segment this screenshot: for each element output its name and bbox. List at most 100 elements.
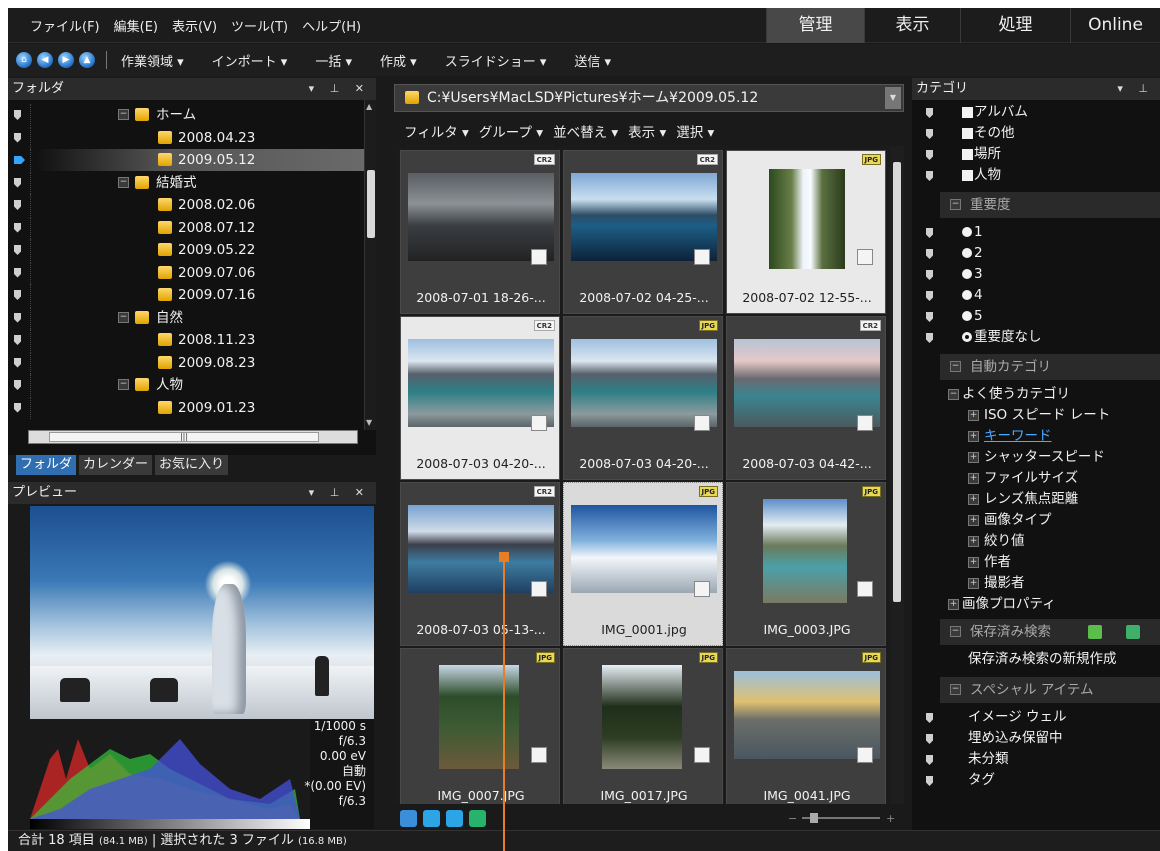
select-checkbox[interactable] (531, 249, 547, 265)
tree-row[interactable]: − ホーム (8, 104, 364, 126)
expand-icon[interactable]: + (968, 536, 979, 547)
category-item[interactable]: + 絞り値 (912, 531, 1160, 552)
thumbnail-image[interactable] (734, 339, 880, 427)
toolbar-batch[interactable]: 一括 ▾ (315, 51, 352, 70)
category-item[interactable]: 未分類 (912, 749, 1160, 770)
thumbnail-cell[interactable]: CR2 2008-07-02 04-25-... (563, 150, 723, 314)
rotate-right-icon[interactable] (446, 809, 463, 827)
back-icon[interactable]: ◀ (37, 52, 53, 68)
category-item[interactable]: 場所 (912, 144, 1160, 165)
collapse-icon[interactable]: − (950, 684, 961, 695)
category-item[interactable]: + 撮影者 (912, 573, 1160, 594)
expand-icon[interactable]: + (968, 410, 979, 421)
tree-row[interactable]: 2009.07.06 (8, 261, 364, 284)
expand-icon[interactable]: + (948, 599, 959, 610)
importance-radio[interactable] (962, 269, 972, 279)
category-item[interactable]: + レンズ焦点距離 (912, 489, 1160, 510)
select-checkbox[interactable] (694, 581, 710, 597)
menu-tools[interactable]: ツール(T) (231, 16, 288, 35)
thumbnail-cell[interactable]: CR2 2008-07-01 18-26-... (400, 150, 560, 314)
expand-icon[interactable]: + (968, 578, 979, 589)
compare-icon[interactable] (469, 809, 486, 827)
importance-radio[interactable] (962, 311, 972, 321)
thumbnail-image[interactable] (408, 505, 554, 593)
select-checkbox[interactable] (857, 249, 873, 265)
category-checkbox[interactable] (962, 149, 973, 160)
category-checkbox[interactable] (962, 128, 973, 139)
collapse-icon[interactable]: − (118, 176, 129, 188)
category-item[interactable]: その他 (912, 123, 1160, 144)
mode-view[interactable]: 表示 (864, 8, 960, 43)
tree-row[interactable]: 2008.11.23 (8, 329, 364, 351)
tab-calendar[interactable]: カレンダー (79, 455, 153, 475)
saved-search-icon[interactable] (1088, 625, 1102, 639)
thumbnail-cell[interactable]: CR2 2008-07-03 05-13-... (400, 482, 560, 646)
sort-menu[interactable]: 並べ替え ▾ (553, 121, 618, 141)
special-items-section[interactable]: − スペシャル アイテム (940, 677, 1160, 703)
category-item[interactable]: 1 (912, 222, 1160, 243)
menu-view[interactable]: 表示(V) (172, 16, 217, 35)
select-checkbox[interactable] (694, 415, 710, 431)
select-checkbox[interactable] (857, 415, 873, 431)
tree-row[interactable]: 2009.05.22 (8, 239, 364, 261)
group-menu[interactable]: グループ ▾ (479, 121, 543, 141)
category-item[interactable]: + シャッタースピード (912, 447, 1160, 468)
importance-radio[interactable] (962, 290, 972, 300)
category-checkbox[interactable] (962, 170, 973, 181)
tree-row[interactable]: 2009.07.16 (8, 284, 364, 306)
category-item[interactable]: + ISO スピード レート (912, 405, 1160, 426)
home-icon[interactable]: ⌂ (16, 52, 32, 68)
tab-favorites[interactable]: お気に入り (155, 455, 229, 475)
collapse-icon[interactable]: − (950, 361, 961, 372)
category-item[interactable]: アルバム (912, 102, 1160, 123)
category-item[interactable]: 重要度なし (912, 327, 1160, 348)
tree-row[interactable]: 2008.07.12 (8, 216, 364, 239)
thumbnail-image[interactable] (439, 665, 519, 769)
category-checkbox[interactable] (962, 107, 973, 118)
category-item[interactable]: 保存済み検索の新規作成 (912, 649, 1160, 670)
panel-controls[interactable]: ▾ ⊥ (1117, 78, 1154, 100)
thumbnail-image[interactable] (763, 499, 847, 603)
thumbnail-cell[interactable]: JPG IMG_0017.JPG (563, 648, 723, 804)
expand-icon[interactable]: + (968, 557, 979, 568)
collapse-icon[interactable]: − (950, 626, 961, 637)
select-checkbox[interactable] (857, 747, 873, 763)
category-item[interactable]: + 作者 (912, 552, 1160, 573)
category-item[interactable]: 埋め込み保留中 (912, 728, 1160, 749)
select-menu[interactable]: 選択 ▾ (676, 121, 714, 141)
tab-folder[interactable]: フォルダ (16, 455, 77, 475)
tree-row[interactable]: 2008.02.06 (8, 194, 364, 216)
mode-process[interactable]: 処理 (960, 8, 1070, 43)
menu-edit[interactable]: 編集(E) (114, 16, 158, 35)
collapse-icon[interactable]: − (118, 109, 129, 120)
toolbar-slideshow[interactable]: スライドショー ▾ (445, 51, 547, 70)
select-checkbox[interactable] (531, 747, 547, 763)
tree-row[interactable]: 2009.05.12 (8, 149, 364, 171)
collapse-icon[interactable]: − (118, 379, 129, 390)
category-item[interactable]: 3 (912, 264, 1160, 285)
tree-row[interactable]: − 結婚式 (8, 171, 364, 194)
select-checkbox[interactable] (694, 249, 710, 265)
mode-online[interactable]: Online (1070, 8, 1160, 43)
scroll-up-icon[interactable]: ▲ (366, 102, 372, 111)
menu-file[interactable]: ファイル(F) (30, 16, 100, 35)
up-icon[interactable]: ▲ (79, 52, 95, 68)
toolbar-create[interactable]: 作成 ▾ (380, 51, 417, 70)
tree-row[interactable]: − 自然 (8, 306, 364, 329)
tree-row[interactable]: 2009.08.23 (8, 351, 364, 374)
view-menu[interactable]: 表示 ▾ (628, 121, 666, 141)
tree-row[interactable]: − 人物 (8, 374, 364, 396)
select-checkbox[interactable] (857, 581, 873, 597)
importance-section[interactable]: − 重要度 (940, 192, 1160, 218)
rotate-left-icon[interactable] (423, 809, 440, 827)
thumbnail-image[interactable] (571, 505, 717, 593)
select-checkbox[interactable] (694, 747, 710, 763)
thumbnail-cell[interactable]: CR2 2008-07-03 04-42-... (726, 316, 886, 480)
thumbnail-image[interactable] (571, 339, 717, 427)
new-saved-search-icon[interactable] (1126, 625, 1140, 639)
thumbnail-cell[interactable]: JPG IMG_0041.JPG (726, 648, 886, 804)
importance-radio[interactable] (962, 227, 972, 237)
thumbnail-image[interactable] (408, 173, 554, 261)
category-item[interactable]: 5 (912, 306, 1160, 327)
menu-help[interactable]: ヘルプ(H) (302, 16, 361, 35)
